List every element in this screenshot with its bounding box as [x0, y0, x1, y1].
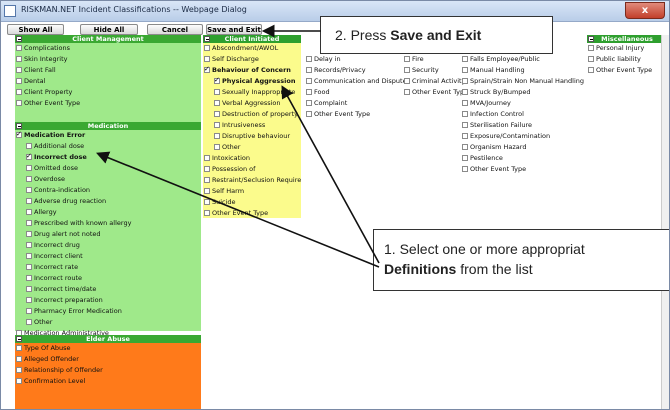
- dialog-window: RISKMAN.NET Incident Classifications -- …: [0, 0, 670, 410]
- arrow-to-incorrect-dose: [96, 151, 380, 268]
- annotation-arrows: [96, 24, 380, 268]
- arrow-to-physical-aggression: [281, 85, 380, 264]
